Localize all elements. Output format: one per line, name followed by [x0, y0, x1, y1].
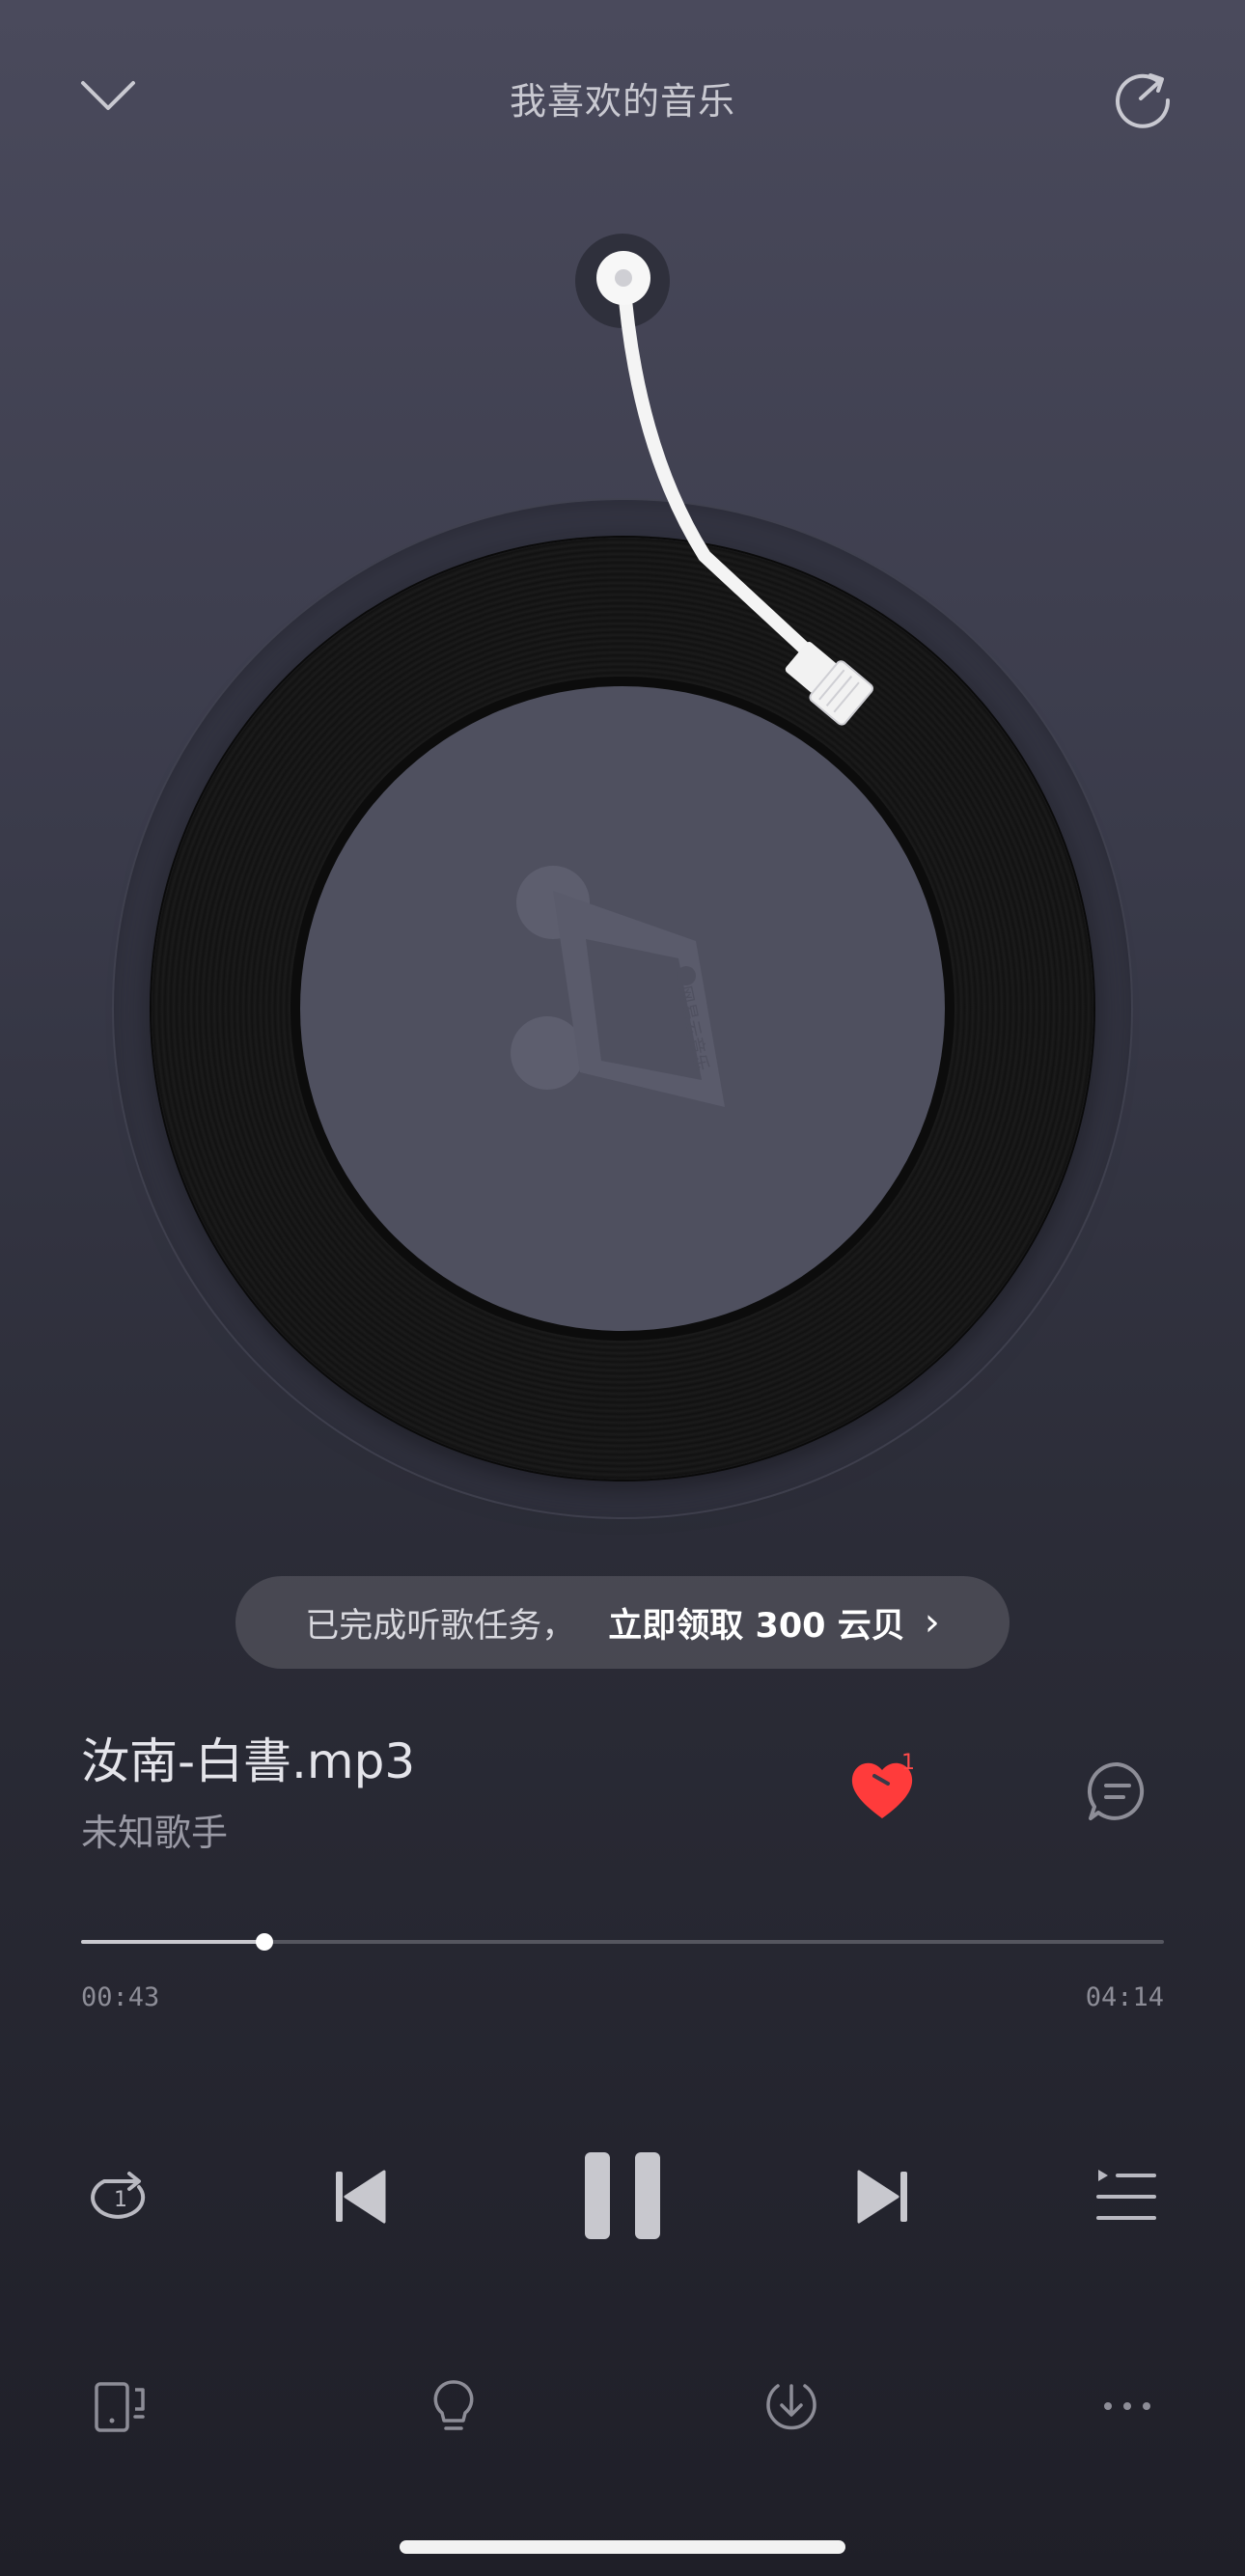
- chevron-right-icon: ›: [924, 1600, 940, 1645]
- repeat-one-icon: 1: [91, 2172, 146, 2219]
- album-cover: 网易云音乐: [300, 686, 945, 1331]
- repeat-mode-button[interactable]: 1: [85, 2162, 154, 2231]
- song-title: 汝南-白書.mp3: [81, 1733, 416, 1789]
- download-icon: [766, 2384, 816, 2430]
- progress-knob[interactable]: [256, 1933, 273, 1951]
- next-icon: [857, 2170, 907, 2224]
- progress-fill: [81, 1940, 264, 1944]
- task-reward-banner[interactable]: 已完成听歌任务， 立即领取 300 云贝 ›: [235, 1576, 1010, 1669]
- previous-button[interactable]: [328, 2162, 390, 2231]
- svg-text:1: 1: [114, 2188, 127, 2212]
- more-button[interactable]: [1100, 2392, 1154, 2421]
- play-pause-button[interactable]: [579, 2148, 666, 2243]
- tip-button[interactable]: [429, 2376, 479, 2438]
- playlist-icon: [1096, 2170, 1156, 2220]
- more-icon: [1104, 2402, 1150, 2410]
- like-count: 1: [901, 1751, 915, 1775]
- tonearm[interactable]: [569, 228, 917, 768]
- total-time: 04:14: [1085, 1982, 1164, 2012]
- next-button[interactable]: [853, 2162, 915, 2231]
- share-button[interactable]: [1112, 66, 1176, 129]
- promo-action: 立即领取 300 云贝: [608, 1606, 905, 1646]
- download-button[interactable]: [762, 2376, 820, 2434]
- music-note-logo-icon: 网易云音乐: [511, 866, 725, 1107]
- comment-icon: [1087, 1761, 1145, 1820]
- page-title: 我喜欢的音乐: [509, 80, 735, 123]
- previous-icon: [336, 2170, 386, 2224]
- current-time: 00:43: [81, 1982, 160, 2012]
- artist-name[interactable]: 未知歌手: [81, 1803, 228, 1856]
- pause-icon: [585, 2152, 660, 2239]
- promo-text: 已完成听歌任务，: [305, 1606, 576, 1646]
- share-refresh-icon: [1116, 73, 1171, 128]
- comment-button[interactable]: [1085, 1759, 1150, 1824]
- home-indicator[interactable]: [400, 2540, 845, 2554]
- playlist-button[interactable]: [1093, 2164, 1160, 2228]
- tip-bulb-icon: [433, 2380, 474, 2430]
- device-button[interactable]: [91, 2378, 149, 2436]
- device-icon: [95, 2382, 145, 2432]
